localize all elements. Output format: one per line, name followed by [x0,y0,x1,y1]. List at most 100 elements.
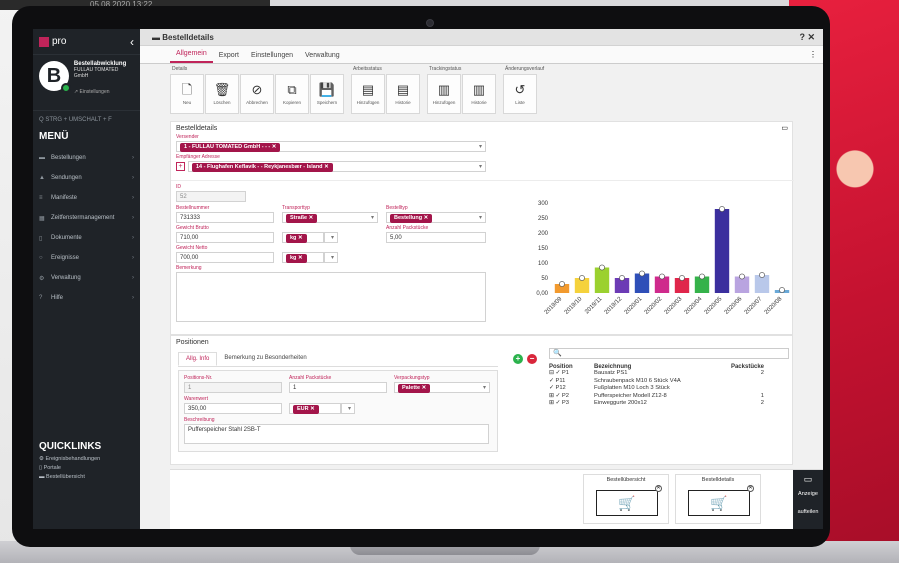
sidebar-item-sendungen[interactable]: ▲ Sendungen › [33,168,140,188]
gross-field[interactable]: 710,00 [176,232,274,243]
tree-row[interactable]: ✓ P11 Schraubenpack M10 6 Stück V4A [549,378,789,386]
sidebar-item-label: Verwaltung [51,275,81,281]
tree-cell-qty: 2 [760,400,764,406]
split-view-button[interactable]: ▭ Anzeige aufteilen [793,470,823,529]
cancel-button[interactable]: ⊘ Abbrechen [240,74,274,114]
gross-unit-dropdown[interactable]: ▾ [324,232,338,243]
sender-field[interactable]: 1 - FULLAU TOMATED GmbH - - - ✕ ▾ [176,141,486,152]
transport-field[interactable]: Straße ✕ ▾ [282,212,378,223]
pieces-field[interactable]: 5,00 [386,232,486,243]
close-icon[interactable]: ✕ [747,485,754,492]
remove-position-button[interactable]: − [527,354,537,364]
sidebar-item-bestellungen[interactable]: ▬ Bestellungen › [33,148,140,168]
quick-card-order-overview[interactable]: Bestellübersicht 🛒 ✕ [583,474,669,524]
tab-export[interactable]: Export [213,48,245,63]
tracking-history-button[interactable]: ▥ Historie [462,74,496,114]
chart-point[interactable] [779,287,785,293]
status-history-button[interactable]: ▤ Historie [386,74,420,114]
currency-dropdown[interactable]: ▾ [341,403,355,414]
tab-einstellungen[interactable]: Einstellungen [245,48,299,63]
sidebar-item-hilfe[interactable]: ? Hilfe › [33,288,140,308]
sidebar-item-dokumente[interactable]: ▯ Dokumente › [33,228,140,248]
chart-point[interactable] [579,275,585,281]
transport-chip[interactable]: Straße ✕ [286,214,318,223]
trash-button[interactable]: 🗑 Löschen [205,74,239,114]
chart-bar[interactable] [714,209,730,293]
window-controls[interactable]: ? ✕ [799,32,815,43]
pos-pieces-field[interactable]: 1 [289,382,387,393]
split-view-label-2: aufteilen [797,509,819,515]
chart-point[interactable] [639,270,645,277]
sidebar-item-manifeste[interactable]: ≡ Manifeste › [33,188,140,208]
goods-value-field[interactable]: 350,00 [184,403,282,414]
quick-access-bar: Bestellübersicht 🛒 ✕ Bestelldetails 🛒 ✕ … [170,469,823,529]
sidebar-item-zeitfenstermanagement[interactable]: ▦ Zeitfenstermanagement › [33,208,140,228]
net-field[interactable]: 700,00 [176,252,274,263]
net-unit-dropdown[interactable]: ▾ [324,252,338,263]
save-button[interactable]: 💾 Speichern [310,74,344,114]
avatar[interactable]: B [39,61,71,93]
add-recipient-icon[interactable]: + [176,162,185,171]
history-button[interactable]: ↺ Liste [503,74,537,114]
app-screen: pro ‹ B Bestellabwicklung FULLAU TOMATED… [33,29,823,529]
tree-row[interactable]: ⊞ ✓ P2 Pufferspeicher Modell Z12-8 1 [549,393,789,401]
recipient-field[interactable]: 14 - Flughafen Keflavík - - Reykjanesbær… [188,161,486,172]
net-unit-chip[interactable]: kg ✕ [286,254,307,263]
gross-unit-field[interactable]: kg ✕ [282,232,324,243]
tab-allgemein[interactable]: Allgemein [170,46,213,63]
close-icon[interactable]: ✕ [655,485,662,492]
chart-bar[interactable] [634,273,650,294]
remark-field[interactable] [176,272,486,322]
copy-button[interactable]: ⧉ Kopieren [275,74,309,114]
description-field[interactable]: Pufferspeicher Stahl 2SB-T [184,424,489,444]
packaging-chip[interactable]: Palette ✕ [398,384,431,393]
net-unit-field[interactable]: kg ✕ [282,252,324,263]
currency-field[interactable]: EUR ✕ [289,403,341,414]
status-add-button[interactable]: ▤ Hinzufügen [351,74,385,114]
tab-verwaltung[interactable]: Verwaltung [299,48,346,63]
gross-unit-chip[interactable]: kg ✕ [286,234,307,243]
tree-row[interactable]: ⊟ ✓ P1 Bausatz PS1 2 [549,370,789,378]
chart-point[interactable] [739,273,745,280]
quicklink-item[interactable]: ⚙ Ereignisbehandlungen [39,456,101,465]
more-icon[interactable]: ⋮ [809,50,817,59]
order-no-field[interactable]: 731333 [176,212,274,223]
chevron-right-icon: › [132,275,134,281]
tab-allg-info[interactable]: Allg. Info [178,352,218,366]
tracking-history-icon: ▥ [472,82,486,97]
sidebar-item-verwaltung[interactable]: ⚙ Verwaltung › [33,268,140,288]
packaging-field[interactable]: Palette ✕ ▾ [394,382,490,393]
tree-search-input[interactable]: 🔍 [549,348,789,359]
chart-point[interactable] [559,281,565,287]
sidebar-search[interactable]: Q STRG + UMSCHALT + F [33,110,140,129]
order-type-label: Bestelltyp [386,205,408,211]
chart-point[interactable] [659,273,665,280]
tracking-add-button[interactable]: ▥ Hinzufügen [427,74,461,114]
comment-icon[interactable]: ▭ [781,124,788,132]
add-position-button[interactable]: + [513,354,523,364]
quicklink-item[interactable]: ▬ Bestellübersicht [39,474,101,483]
chart-point[interactable] [619,275,625,281]
tab-bemerkung[interactable]: Bemerkung zu Besonderheiten [217,352,313,366]
sender-chip[interactable]: 1 - FULLAU TOMATED GmbH - - - ✕ [180,143,281,152]
sidebar-item-ereignisse[interactable]: ○ Ereignisse › [33,248,140,268]
order-type-chip[interactable]: Bestellung ✕ [390,214,433,223]
chart-point[interactable] [599,264,605,271]
chart-bar[interactable] [594,267,610,294]
quick-card-order-details[interactable]: Bestelldetails 🛒 ✕ [675,474,761,524]
quicklink-item[interactable]: ▯ Portale [39,465,101,474]
new-file-button[interactable]: 🗋 Neu [170,74,204,114]
tree-row[interactable]: ⊞ ✓ P3 Einweggurte 200x12 2 [549,400,789,408]
order-type-field[interactable]: Bestellung ✕ ▾ [386,212,486,223]
recipient-chip[interactable]: 14 - Flughafen Keflavík - - Reykjanesbær… [192,163,333,172]
profile-settings-link[interactable]: ↗ Einstellungen [74,89,134,95]
tree-row[interactable]: ✓ P12 Fußplatten M10 Loch 3 Stück [549,385,789,393]
sidebar: pro ‹ B Bestellabwicklung FULLAU TOMATED… [33,29,140,529]
chart-point[interactable] [679,275,685,281]
tracking-add-icon: ▥ [437,82,451,97]
chart-point[interactable] [699,273,705,280]
chart-point[interactable] [759,272,765,278]
chart-point[interactable] [719,206,725,212]
chevron-left-icon[interactable]: ‹ [130,35,134,49]
currency-chip[interactable]: EUR ✕ [293,405,319,414]
